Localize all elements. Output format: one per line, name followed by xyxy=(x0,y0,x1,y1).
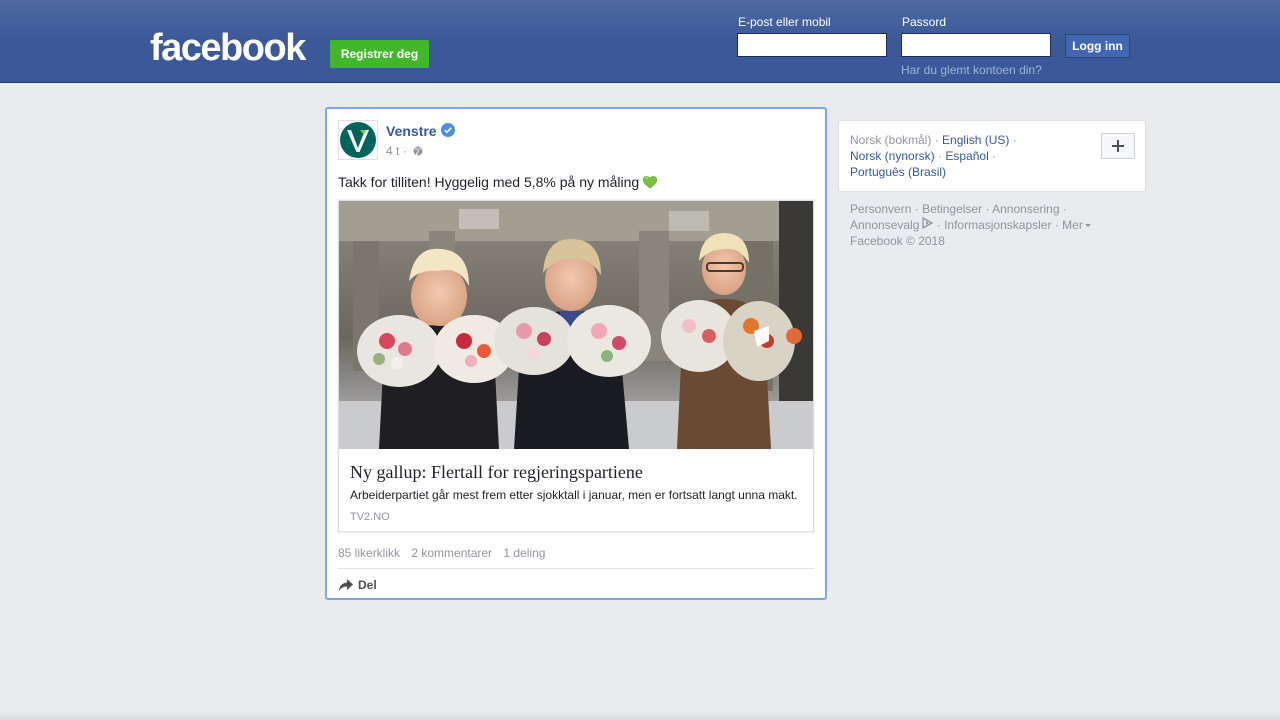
comments-count[interactable]: 2 kommentarer xyxy=(411,546,492,560)
footer-privacy-link[interactable]: Personvern xyxy=(850,202,911,216)
footer-sep: · xyxy=(914,202,919,216)
globe-icon[interactable] xyxy=(413,146,423,156)
post-meta: 4 t · xyxy=(386,144,423,158)
login-button[interactable]: Logg inn xyxy=(1065,34,1130,58)
top-bar: facebook Registrer deg E-post eller mobi… xyxy=(0,0,1280,83)
footer-sep: · xyxy=(985,202,990,216)
language-portugues[interactable]: Português (Brasil) xyxy=(850,165,946,179)
post-message: Takk for tilliten! Hyggelig med 5,8% på … xyxy=(338,173,658,191)
lang-sep: · xyxy=(1012,133,1017,147)
verified-badge-icon xyxy=(441,123,455,137)
lang-sep: · xyxy=(992,149,997,163)
password-label: Passord xyxy=(902,15,947,29)
footer-links: Personvern · Betingelser · Annonsering ·… xyxy=(850,201,1110,249)
footer-adchoices-link[interactable]: Annonsevalg xyxy=(850,217,934,232)
footer-cookies-link[interactable]: Informasjonskapsler xyxy=(944,218,1051,232)
share-arrow-icon xyxy=(339,579,353,591)
post-card: Venstre 4 t · Takk for tilliten! Hyggeli… xyxy=(325,107,827,600)
footer-copyright: Facebook © 2018 xyxy=(850,234,945,248)
link-preview-image[interactable] xyxy=(339,201,813,449)
news-photo xyxy=(339,201,813,449)
post-divider xyxy=(338,568,814,569)
plus-icon xyxy=(1112,140,1124,152)
page-avatar[interactable] xyxy=(338,120,378,160)
language-english[interactable]: English (US) xyxy=(942,133,1009,147)
bottom-edge-shadow xyxy=(0,712,1280,720)
footer-terms-link[interactable]: Betingelser xyxy=(922,202,982,216)
shares-count[interactable]: 1 deling xyxy=(503,546,545,560)
link-preview[interactable]: Ny gallup: Flertall for regjeringspartie… xyxy=(338,200,814,532)
footer-sep: · xyxy=(936,218,941,232)
venstre-logo-icon xyxy=(340,122,376,158)
green-heart-icon xyxy=(643,176,658,189)
footer-more-link[interactable]: Mer xyxy=(1062,218,1091,232)
likes-count[interactable]: 85 likerklikk xyxy=(338,546,400,560)
footer-sep: · xyxy=(1062,202,1067,216)
language-espanol[interactable]: Español xyxy=(945,149,988,163)
share-label: Del xyxy=(358,578,377,592)
page-name-link[interactable]: Venstre xyxy=(386,123,437,139)
post-stats: 85 likerklikk 2 kommentarer 1 deling xyxy=(338,545,553,561)
facebook-logo[interactable]: facebook xyxy=(150,26,306,70)
footer-sep: · xyxy=(1054,218,1059,232)
link-title[interactable]: Ny gallup: Flertall for regjeringspartie… xyxy=(350,461,643,483)
adchoices-label: Annonsevalg xyxy=(850,218,920,232)
footer-advertising-link[interactable]: Annonsering xyxy=(992,202,1059,216)
post-timestamp[interactable]: 4 t xyxy=(386,144,399,158)
caret-down-icon xyxy=(1084,224,1091,227)
lang-sep: · xyxy=(938,149,943,163)
email-field[interactable] xyxy=(737,33,887,57)
link-domain: TV2.NO xyxy=(350,511,390,523)
password-field[interactable] xyxy=(901,33,1051,57)
language-list: Norsk (bokmål) · English (US) · Norsk (n… xyxy=(850,132,1070,180)
lang-sep: · xyxy=(934,133,939,147)
language-nynorsk[interactable]: Norsk (nynorsk) xyxy=(850,149,935,163)
link-description: Arbeiderpartiet går mest frem etter sjok… xyxy=(350,488,798,502)
more-label: Mer xyxy=(1062,218,1083,232)
forgot-account-link[interactable]: Har du glemt kontoen din? xyxy=(901,63,1042,77)
meta-separator: · xyxy=(402,144,407,158)
more-languages-button[interactable] xyxy=(1101,133,1135,159)
language-selector: Norsk (bokmål) · English (US) · Norsk (n… xyxy=(838,120,1146,192)
share-button[interactable]: Del xyxy=(338,577,377,593)
email-label: E-post eller mobil xyxy=(738,15,831,29)
language-current: Norsk (bokmål) xyxy=(850,133,932,147)
post-message-text: Takk for tilliten! Hyggelig med 5,8% på … xyxy=(338,174,640,190)
register-button[interactable]: Registrer deg xyxy=(330,40,429,68)
adchoices-icon xyxy=(922,217,934,229)
